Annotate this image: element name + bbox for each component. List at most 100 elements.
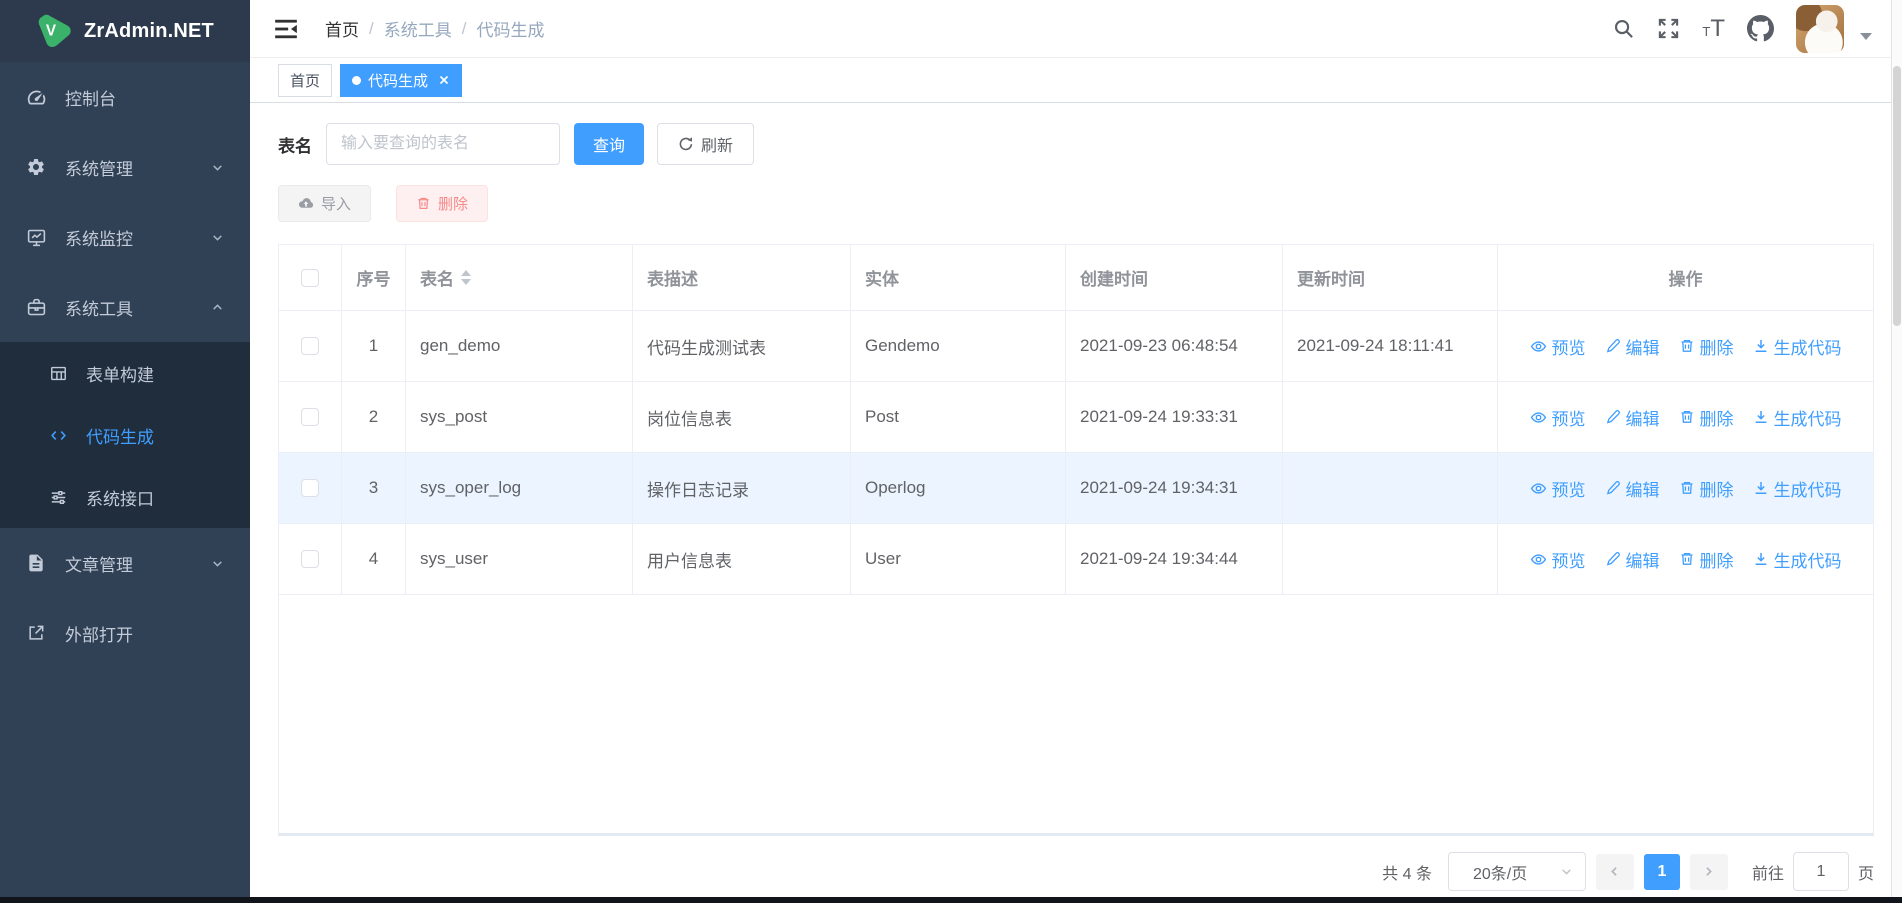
cell-entity: Gendemo xyxy=(851,311,1066,381)
logo-row[interactable]: V ZrAdmin.NET xyxy=(0,0,250,62)
sidebar-item-system-monitor[interactable]: 系统监控 xyxy=(0,202,250,272)
page-size-select[interactable]: 20条/页 xyxy=(1448,852,1586,891)
scrollbar-thumb[interactable] xyxy=(1893,66,1901,326)
sidebar-item-external-open[interactable]: 外部打开 xyxy=(0,598,250,668)
delete-button[interactable]: 删除 xyxy=(396,185,488,222)
generate-code-link[interactable]: 生成代码 xyxy=(1753,476,1842,501)
edit-link[interactable]: 编辑 xyxy=(1605,405,1660,430)
row-actions: 预览 编辑 删除 生成代码 xyxy=(1530,334,1842,359)
table-name-input[interactable] xyxy=(326,123,560,165)
edit-link[interactable]: 编辑 xyxy=(1605,476,1660,501)
sidebar-item-dashboard[interactable]: 控制台 xyxy=(0,62,250,132)
page-1-button[interactable]: 1 xyxy=(1644,854,1680,890)
cell-table-name: sys_post xyxy=(406,382,633,452)
table-row[interactable]: 2 sys_post 岗位信息表 Post 2021-09-24 19:33:3… xyxy=(279,382,1873,453)
preview-link[interactable]: 预览 xyxy=(1530,405,1586,430)
chevron-left-icon xyxy=(1608,865,1621,878)
trash-icon xyxy=(1679,338,1695,354)
generate-code-link[interactable]: 生成代码 xyxy=(1753,547,1842,572)
sidebar-item-system-api[interactable]: 系统接口 xyxy=(0,466,250,528)
font-size-button[interactable]: TT xyxy=(1702,17,1725,41)
breadcrumb-separator: / xyxy=(369,19,374,39)
cell-entity: User xyxy=(851,524,1066,594)
close-icon[interactable] xyxy=(438,74,450,86)
refresh-button[interactable]: 刷新 xyxy=(657,123,754,165)
breadcrumb-home[interactable]: 首页 xyxy=(325,16,359,41)
sidebar-item-label: 系统工具 xyxy=(65,295,133,320)
pagination: 共 4 条 20条/页 1 前往 页 xyxy=(278,852,1874,891)
row-checkbox[interactable] xyxy=(301,479,319,497)
sidebar-item-article-admin[interactable]: 文章管理 xyxy=(0,528,250,598)
eye-icon xyxy=(1530,551,1547,568)
goto-label: 前往 xyxy=(1752,860,1784,884)
table-name-label: 表名 xyxy=(278,132,312,157)
github-icon xyxy=(1747,15,1774,42)
table-header-row: 序号 表名 表描述 实体 创建时间 更新时间 操作 xyxy=(279,245,1873,311)
generate-code-link[interactable]: 生成代码 xyxy=(1753,334,1842,359)
next-page-button[interactable] xyxy=(1690,854,1728,890)
download-icon xyxy=(1753,480,1769,496)
sidebar-item-label: 系统监控 xyxy=(65,225,133,250)
sliders-icon xyxy=(48,487,68,507)
import-button[interactable]: 导入 xyxy=(278,185,371,222)
edit-link[interactable]: 编辑 xyxy=(1605,547,1660,572)
avatar-dropdown-caret-icon[interactable] xyxy=(1860,33,1872,40)
chevron-down-icon xyxy=(1560,865,1573,878)
delete-link[interactable]: 删除 xyxy=(1679,334,1734,359)
row-checkbox[interactable] xyxy=(301,550,319,568)
cell-created: 2021-09-23 06:48:54 xyxy=(1066,311,1283,381)
tags-bar: 首页 代码生成 xyxy=(250,58,1902,103)
preview-link[interactable]: 预览 xyxy=(1530,476,1586,501)
sidebar-item-system-tools[interactable]: 系统工具 xyxy=(0,272,250,342)
main-area: 首页 / 系统工具 / 代码生成 TT xyxy=(250,0,1902,897)
prev-page-button[interactable] xyxy=(1596,854,1634,890)
scrollbar[interactable] xyxy=(1891,0,1902,897)
preview-link[interactable]: 预览 xyxy=(1530,547,1586,572)
select-all-checkbox[interactable] xyxy=(301,269,319,287)
cell-updated xyxy=(1283,453,1498,523)
query-form: 表名 查询 刷新 xyxy=(278,123,1874,165)
trash-icon xyxy=(1679,551,1695,567)
table-row[interactable]: 1 gen_demo 代码生成测试表 Gendemo 2021-09-23 06… xyxy=(279,311,1873,382)
row-checkbox[interactable] xyxy=(301,337,319,355)
sidebar-item-system-admin[interactable]: 系统管理 xyxy=(0,132,250,202)
search-button[interactable]: 查询 xyxy=(574,123,644,165)
chevron-up-icon xyxy=(211,301,224,314)
cell-created: 2021-09-24 19:34:44 xyxy=(1066,524,1283,594)
github-button[interactable] xyxy=(1747,15,1774,42)
search-button[interactable] xyxy=(1612,17,1635,40)
preview-link[interactable]: 预览 xyxy=(1530,334,1586,359)
system-tools-submenu: 表单构建 代码生成 系统接口 xyxy=(0,342,250,528)
fullscreen-button[interactable] xyxy=(1657,17,1680,40)
sidebar-collapse-button[interactable] xyxy=(273,16,299,42)
sidebar-item-label: 控制台 xyxy=(65,85,116,110)
pencil-icon xyxy=(1605,480,1621,496)
fullscreen-icon xyxy=(1657,17,1680,40)
cell-table-desc: 操作日志记录 xyxy=(633,453,851,523)
sort-carets-icon[interactable] xyxy=(461,270,471,285)
edit-link[interactable]: 编辑 xyxy=(1605,334,1660,359)
download-icon xyxy=(1753,551,1769,567)
tab-home[interactable]: 首页 xyxy=(278,64,332,97)
tables-table: 序号 表名 表描述 实体 创建时间 更新时间 操作 1 gen_demo xyxy=(278,244,1874,836)
row-checkbox[interactable] xyxy=(301,408,319,426)
font-size-icon: T xyxy=(1702,25,1710,38)
trash-icon xyxy=(1679,480,1695,496)
trash-icon xyxy=(1679,409,1695,425)
delete-link[interactable]: 删除 xyxy=(1679,476,1734,501)
generate-code-link[interactable]: 生成代码 xyxy=(1753,405,1842,430)
sidebar-item-code-generation[interactable]: 代码生成 xyxy=(0,404,250,466)
avatar[interactable] xyxy=(1796,5,1844,53)
column-header-name[interactable]: 表名 xyxy=(406,245,633,310)
column-header-entity: 实体 xyxy=(851,245,1066,310)
goto-page-input[interactable] xyxy=(1793,852,1849,891)
tab-code-generation[interactable]: 代码生成 xyxy=(340,64,462,97)
delete-link[interactable]: 删除 xyxy=(1679,547,1734,572)
breadcrumb-system-tools[interactable]: 系统工具 xyxy=(384,16,452,41)
table-row-selected[interactable]: 3 sys_oper_log 操作日志记录 Operlog 2021-09-24… xyxy=(279,453,1873,524)
delete-link[interactable]: 删除 xyxy=(1679,405,1734,430)
breadcrumb: 首页 / 系统工具 / 代码生成 xyxy=(325,16,544,41)
sidebar-item-form-builder[interactable]: 表单构建 xyxy=(0,342,250,404)
table-row[interactable]: 4 sys_user 用户信息表 User 2021-09-24 19:34:4… xyxy=(279,524,1873,595)
column-header-desc: 表描述 xyxy=(633,245,851,310)
